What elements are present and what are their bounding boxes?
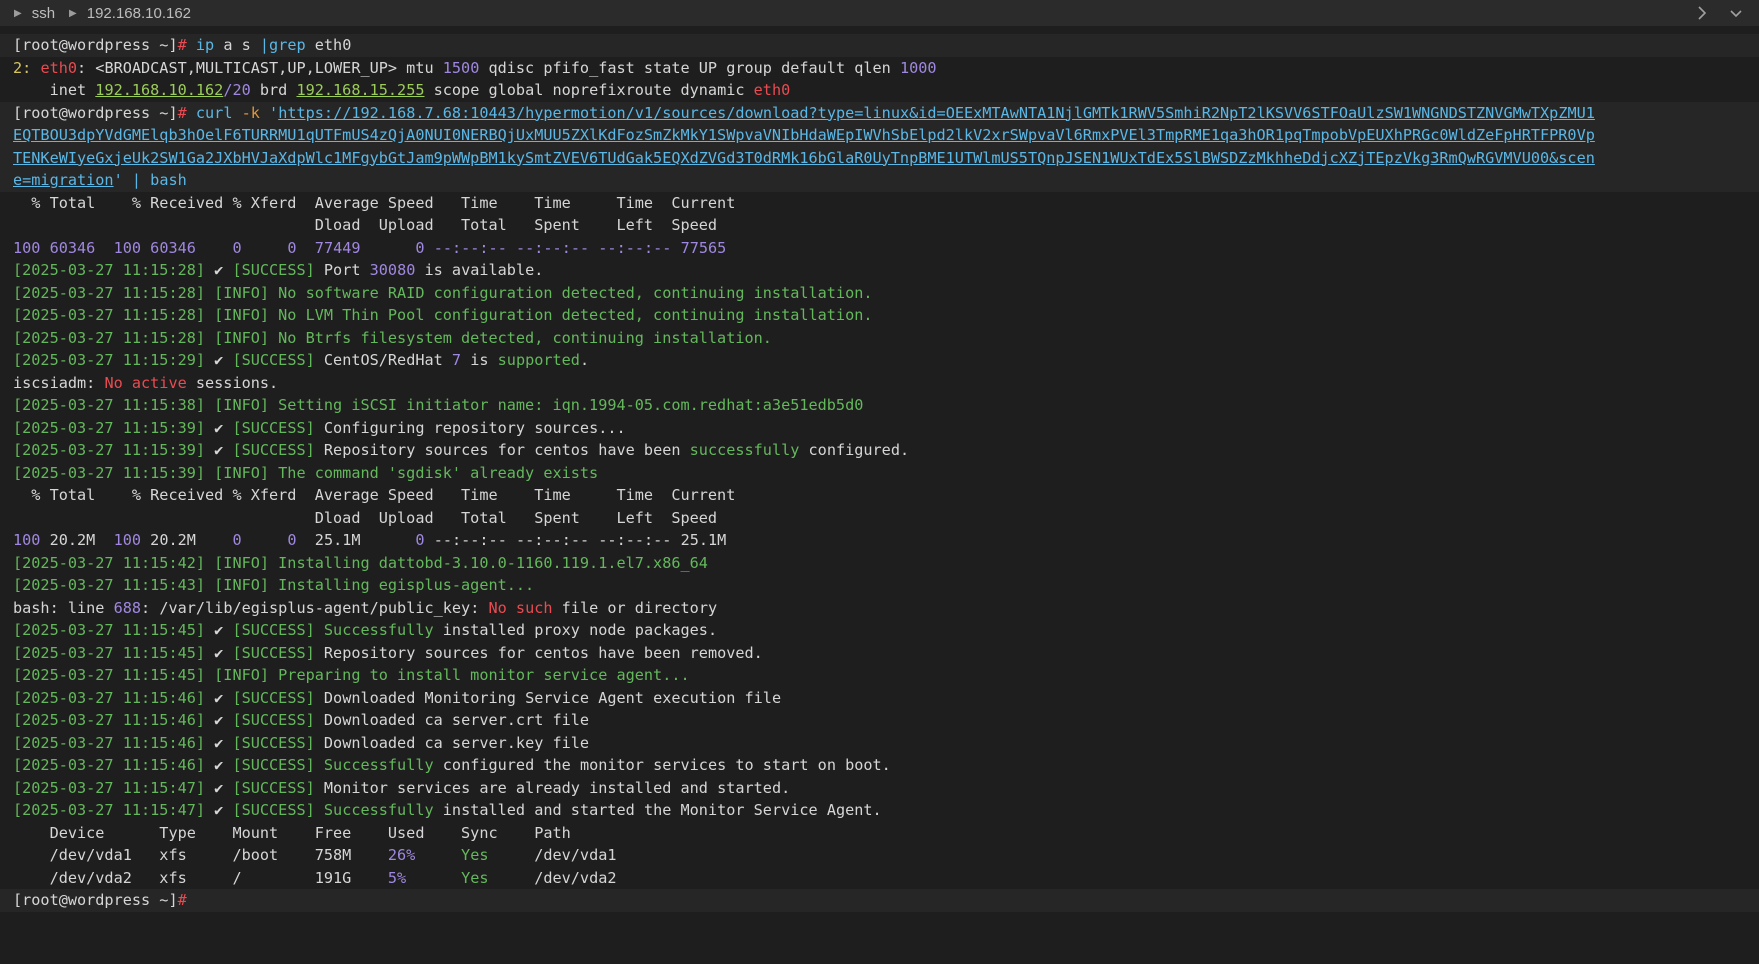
log-success: [2025-03-27 11:15:39] ✔ [SUCCESS] Reposi… (13, 441, 910, 459)
log-success: [2025-03-27 11:15:47] ✔ [SUCCESS] Succes… (13, 801, 882, 819)
command-line: [root@wordpress ~]# ip a s |grep eth0 (0, 34, 1759, 57)
log-info: [2025-03-27 11:15:39] [INFO] The command… (13, 463, 599, 482)
log-success: [2025-03-27 11:15:46] ✔ [SUCCESS] Downlo… (13, 688, 782, 707)
command-line: [root@wordpress ~]# curl -k 'https://192… (0, 101, 1759, 124)
output-line: 100 60346 100 60346 0 0 77449 0 --:--:--… (13, 238, 727, 257)
command-line: e=migration' | bash (0, 169, 1759, 192)
output-line: bash: line 688: /var/lib/egisplus-agent/… (13, 598, 718, 617)
log-success: [2025-03-27 11:15:28] ✔ [SUCCESS] Port 3… (13, 261, 544, 279)
output-line: 2: eth0: <BROADCAST,MULTICAST,UP,LOWER_U… (13, 58, 937, 77)
log-success: [2025-03-27 11:15:29] ✔ [SUCCESS] CentOS… (13, 351, 590, 369)
breadcrumb-label: 192.168.10.162 (86, 4, 192, 22)
log-info: [2025-03-27 11:15:28] [INFO] No LVM Thin… (13, 306, 873, 324)
download-url-link[interactable]: e=migration (13, 171, 114, 189)
output-line: iscsiadm: No active sessions. (13, 373, 279, 392)
command-line: TENKeWIyeGxjeUk2SW1Ga2JXbHVJaXdpWlc1MFgy… (0, 146, 1759, 169)
disk-table-header: Device Type Mount Free Used Sync Path (13, 823, 571, 842)
download-url-link[interactable]: TENKeWIyeGxjeUk2SW1Ga2JXbHVJaXdpWlc1MFgy… (13, 149, 1595, 167)
log-success: [2025-03-27 11:15:47] ✔ [SUCCESS] Monito… (13, 778, 791, 797)
log-success: [2025-03-27 11:15:46] ✔ [SUCCESS] Succes… (13, 756, 891, 774)
disk-table-row: /dev/vda1 xfs /boot 758M 26% Yes /dev/vd… (13, 846, 617, 864)
download-url-link[interactable]: https://192.168.7.68:10443/hypermotion/v… (278, 104, 1595, 122)
output-line: 100 20.2M 100 20.2M 0 0 25.1M 0 --:--:--… (13, 531, 727, 549)
chevron-right-icon[interactable] (1693, 4, 1711, 22)
output-line: % Total % Received % Xferd Average Speed… (13, 486, 736, 504)
log-info: [2025-03-27 11:15:28] [INFO] No Btrfs fi… (13, 328, 772, 347)
triangle-right-icon: ▶ (69, 7, 77, 19)
log-success: [2025-03-27 11:15:46] ✔ [SUCCESS] Downlo… (13, 733, 590, 752)
log-success: [2025-03-27 11:15:46] ✔ [SUCCESS] Downlo… (13, 711, 590, 729)
output-line: % Total % Received % Xferd Average Speed… (13, 193, 736, 212)
breadcrumb-ssh[interactable]: ▶ ssh (0, 5, 55, 22)
terminal-tab-bar: ▶ ssh ▶ 192.168.10.162 (0, 0, 1759, 26)
triangle-right-icon: ▶ (14, 7, 22, 19)
breadcrumb-label: ssh (31, 4, 56, 22)
command-prompt[interactable]: [root@wordpress ~]# (0, 889, 1759, 912)
chevron-down-icon[interactable] (1727, 4, 1745, 22)
terminal-output[interactable]: [root@wordpress ~]# ip a s |grep eth0 2:… (0, 34, 1759, 912)
log-info: [2025-03-27 11:15:45] [INFO] Preparing t… (13, 666, 690, 684)
log-success: [2025-03-27 11:15:45] ✔ [SUCCESS] Reposi… (13, 643, 763, 662)
breadcrumb-host[interactable]: ▶ 192.168.10.162 (55, 5, 191, 22)
output-line: inet 192.168.10.162/20 brd 192.168.15.25… (13, 81, 791, 99)
log-info: [2025-03-27 11:15:28] [INFO] No software… (13, 283, 873, 302)
disk-table-row: /dev/vda2 xfs / 191G 5% Yes /dev/vda2 (13, 868, 617, 887)
output-line: Dload Upload Total Spent Left Speed (13, 216, 718, 234)
log-success: [2025-03-27 11:15:39] ✔ [SUCCESS] Config… (13, 418, 626, 437)
output-line: Dload Upload Total Spent Left Speed (13, 508, 718, 527)
log-success: [2025-03-27 11:15:45] ✔ [SUCCESS] Succes… (13, 621, 718, 639)
log-info: [2025-03-27 11:15:43] [INFO] Installing … (13, 576, 535, 594)
log-info: [2025-03-27 11:15:42] [INFO] Installing … (13, 553, 708, 572)
download-url-link[interactable]: EQTBOU3dpYVdGMElqb3hOelF6TURRMU1qUTFmUS4… (13, 126, 1595, 144)
log-info: [2025-03-27 11:15:38] [INFO] Setting iSC… (13, 396, 864, 414)
command-line: EQTBOU3dpYVdGMElqb3hOelF6TURRMU1qUTFmUS4… (0, 124, 1759, 147)
